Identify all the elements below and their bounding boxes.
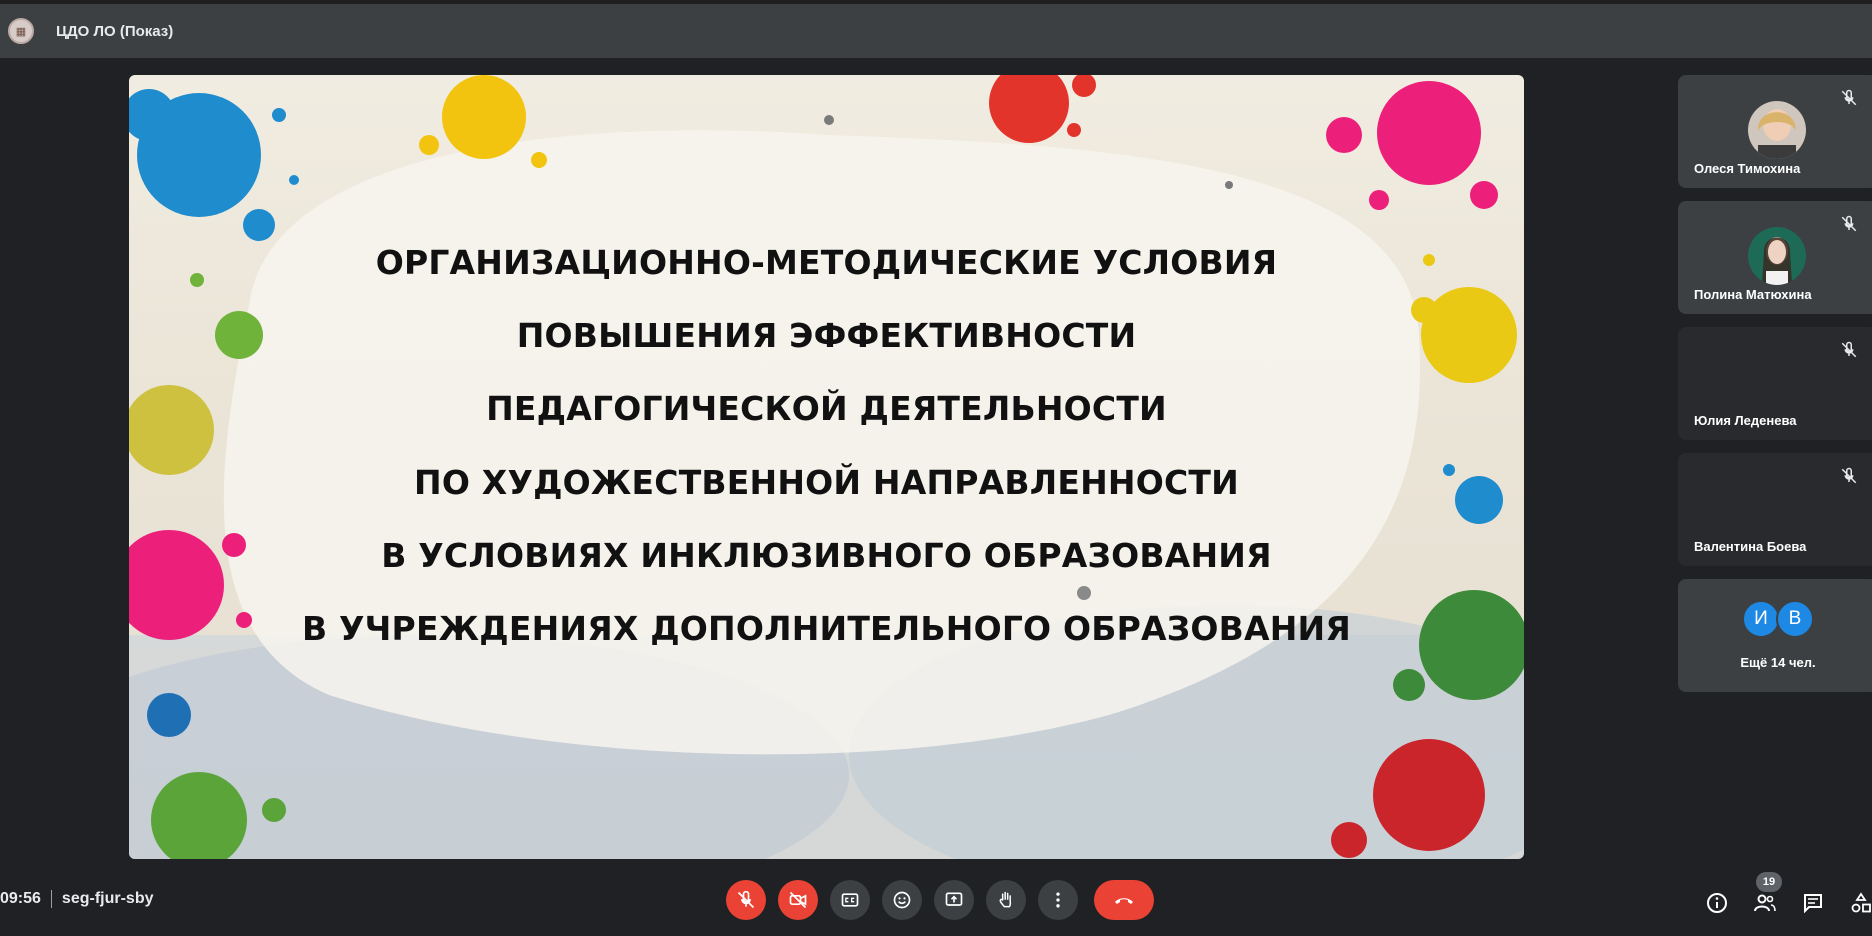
- call-controls: [726, 880, 1166, 920]
- participant-name: Олеся Тимохина: [1694, 161, 1801, 176]
- bottom-control-bar: 09:56 seg-fjur-sby 19: [0, 870, 1872, 936]
- raise-hand-icon: [999, 891, 1012, 908]
- mic-off-icon: [1841, 341, 1857, 358]
- people-count-badge: 19: [1756, 872, 1782, 892]
- mic-off-icon: [737, 890, 755, 909]
- presentation-slide: ОРГАНИЗАЦИОННО-МЕТОДИЧЕСКИЕ УСЛОВИЯ ПОВЫ…: [129, 75, 1524, 859]
- participant-tile[interactable]: Полина Матюхина: [1678, 201, 1872, 314]
- slide-line-1: ОРГАНИЗАЦИОННО-МЕТОДИЧЕСКИЕ УСЛОВИЯ: [375, 243, 1278, 282]
- slide-line-4: ПО ХУДОЖЕСТВЕННОЙ НАПРАВЛЕННОСТИ: [414, 463, 1239, 502]
- activities-button[interactable]: [1844, 886, 1872, 920]
- people-icon: [1754, 894, 1776, 912]
- info-button[interactable]: [1700, 886, 1734, 920]
- participant-name: Юлия Леденева: [1694, 413, 1797, 428]
- emoji-button[interactable]: [882, 880, 922, 920]
- participant-photo: [1748, 227, 1806, 285]
- activities-icon: [1851, 892, 1871, 913]
- more-options-icon: [1056, 892, 1060, 908]
- more-participants-label: Ещё 14 чел.: [1740, 655, 1816, 670]
- meet-window: ▦ ЦДО ЛО (Показ) ОРГАНИЗАЦИОННО-МЕТОДИЧЕ…: [0, 0, 1872, 936]
- captions-icon: [841, 893, 859, 907]
- raise-hand-button[interactable]: [986, 880, 1026, 920]
- separator: [50, 890, 52, 908]
- participant-tile[interactable]: Олеся Тимохина: [1678, 75, 1872, 188]
- avatar: В: [1776, 600, 1814, 638]
- mic-off-icon: [1841, 89, 1857, 106]
- slide-line-5: В УСЛОВИЯХ ИНКЛЮЗИВНОГО ОБРАЗОВАНИЯ: [381, 536, 1272, 575]
- present-icon: [945, 892, 963, 906]
- participant-tile[interactable]: Валентина Боева: [1678, 453, 1872, 566]
- avatar: И: [1742, 600, 1780, 638]
- captions-button[interactable]: [830, 880, 870, 920]
- presenter-title: ЦДО ЛО (Показ): [56, 22, 174, 40]
- slide-line-6: В УЧРЕЖДЕНИЯХ ДОПОЛНИТЕЛЬНОГО ОБРАЗОВАНИ…: [302, 609, 1351, 648]
- camera-toggle-button[interactable]: [778, 880, 818, 920]
- more-participants-tile[interactable]: И В Ещё 14 чел.: [1678, 579, 1872, 692]
- slide-line-2: ПОВЫШЕНИЯ ЭФФЕКТИВНОСТИ: [516, 316, 1137, 355]
- people-button[interactable]: 19: [1748, 872, 1782, 920]
- chat-icon: [1804, 894, 1822, 914]
- chat-button[interactable]: [1796, 886, 1830, 920]
- end-call-icon: [1115, 898, 1133, 904]
- meeting-time: 09:56: [0, 890, 41, 907]
- meeting-info: 09:56 seg-fjur-sby: [0, 890, 154, 908]
- more-options-button[interactable]: [1038, 880, 1078, 920]
- slide-title-block: ОРГАНИЗАЦИОННО-МЕТОДИЧЕСКИЕ УСЛОВИЯ ПОВЫ…: [129, 75, 1524, 859]
- meeting-code[interactable]: seg-fjur-sby: [62, 890, 154, 908]
- mic-toggle-button[interactable]: [726, 880, 766, 920]
- slide-line-3: ПЕДАГОГИЧЕСКОЙ ДЕЯТЕЛЬНОСТИ: [486, 389, 1167, 428]
- presenter-avatar: ▦: [8, 18, 34, 44]
- more-avatars: И В: [1742, 600, 1814, 638]
- participant-photo: [1748, 101, 1806, 159]
- participant-tile[interactable]: Юлия Леденева: [1678, 327, 1872, 440]
- end-call-button[interactable]: [1094, 880, 1154, 920]
- present-button[interactable]: [934, 880, 974, 920]
- participant-name: Полина Матюхина: [1694, 287, 1812, 302]
- camera-off-icon: [789, 891, 807, 909]
- participant-name: Валентина Боева: [1694, 539, 1807, 554]
- emoji-icon: [893, 891, 911, 909]
- mic-off-icon: [1841, 215, 1857, 232]
- presenter-bar: ▦ ЦДО ЛО (Показ): [0, 0, 1872, 58]
- side-panel-controls: 19: [1700, 872, 1872, 920]
- mic-off-icon: [1841, 467, 1857, 484]
- info-icon: [1707, 893, 1727, 913]
